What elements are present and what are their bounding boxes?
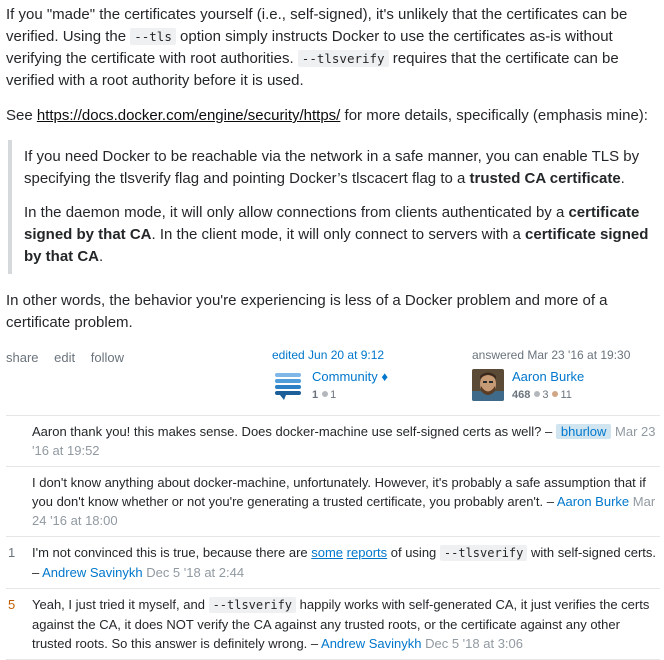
comment-text: I don't know anything about docker-machi… <box>32 475 646 509</box>
editor-signature: edited Jun 20 at 9:12 Community ♦ 11 <box>272 347 388 403</box>
post-footer: share edit follow edited Jun 20 at 9:12 <box>6 347 660 409</box>
comment-body: Yeah, I just tried it myself, and --tlsv… <box>32 595 660 653</box>
comment-user-link[interactable]: bhurlow <box>555 424 612 439</box>
reports-link[interactable]: reports <box>347 545 387 560</box>
comment-user-link[interactable]: Andrew Savinykh <box>321 636 421 651</box>
text: In the daemon mode, it will only allow c… <box>24 204 569 221</box>
comment-text: Yeah, I just tried it myself, and <box>32 597 209 612</box>
author-username[interactable]: Aaron Burke <box>512 369 584 385</box>
comment: 5 Yeah, I just tried it myself, and --tl… <box>6 589 660 660</box>
code-tls: --tls <box>130 28 176 45</box>
blockquote: If you need Docker to be reachable via t… <box>8 140 660 274</box>
text: . <box>99 248 104 265</box>
answered-time-link[interactable]: answered Mar 23 '16 at 19:30 <box>472 347 630 363</box>
rep-score: 468 <box>512 389 531 401</box>
silver-count: 3 <box>542 389 549 401</box>
code-tlsverify: --tlsverify <box>439 545 528 561</box>
text: . <box>620 170 625 187</box>
bronze-badge-icon <box>552 391 559 397</box>
comment-body: Aaron thank you! this makes sense. Does … <box>32 422 660 460</box>
code-tlsverify: --tlsverify <box>208 597 297 613</box>
answer-paragraph-1: If you "made" the certificates yourself … <box>6 4 660 92</box>
edit-link[interactable]: edit <box>54 350 75 365</box>
quote-paragraph-2: In the daemon mode, it will only allow c… <box>24 202 652 268</box>
comment-text: I'm not convinced this is true, because … <box>32 545 312 560</box>
comment-user-link[interactable]: Andrew Savinykh <box>42 565 142 580</box>
author-user: Aaron Burke 468 3 11 <box>472 369 630 403</box>
comment: Aaron thank you! this makes sense. Does … <box>6 416 660 467</box>
moderator-diamond-icon: ♦ <box>381 369 389 384</box>
rep-score: 1 <box>312 389 319 401</box>
username-text: Community <box>312 369 378 384</box>
share-link[interactable]: share <box>6 350 39 365</box>
comments-list: Aaron thank you! this makes sense. Does … <box>6 415 660 660</box>
follow-link[interactable]: follow <box>91 350 124 365</box>
comment-body: I don't know anything about docker-machi… <box>32 473 660 530</box>
silver-badge-icon <box>534 391 541 397</box>
text: for more details, specifically (emphasis… <box>340 107 648 124</box>
comment: I don't know anything about docker-machi… <box>6 467 660 537</box>
some-link[interactable]: some <box>311 545 343 560</box>
comment-score <box>6 473 32 530</box>
user-avatar-icon[interactable] <box>472 369 504 401</box>
editor-username[interactable]: Community ♦ <box>312 369 388 385</box>
silver-count: 1 <box>330 389 337 401</box>
quote-paragraph-1: If you need Docker to be reachable via t… <box>24 146 652 190</box>
editor-reputation: 11 <box>312 387 388 403</box>
silver-badge-icon <box>322 391 329 397</box>
answer-container: If you "made" the certificates yourself … <box>0 0 664 660</box>
comment-user-link[interactable]: Aaron Burke <box>557 494 629 509</box>
comment-text: of using <box>387 545 440 560</box>
author-reputation: 468 3 11 <box>512 387 584 403</box>
comment-score <box>6 422 32 460</box>
text: . In the client mode, it will only conne… <box>151 226 526 243</box>
bold-text: trusted CA certificate <box>469 170 621 187</box>
edited-time-link[interactable]: edited Jun 20 at 9:12 <box>272 347 388 363</box>
answer-paragraph-2: See https://docs.docker.com/engine/secur… <box>6 105 660 127</box>
text: See <box>6 107 37 124</box>
comment-date[interactable]: Dec 5 '18 at 2:44 <box>146 565 244 580</box>
comment-date[interactable]: Dec 5 '18 at 3:06 <box>425 636 523 651</box>
comment-score: 1 <box>8 545 16 560</box>
answer-paragraph-3: In other words, the behavior you're expe… <box>6 292 608 331</box>
comment-text: Aaron thank you! this makes sense. Does … <box>32 424 556 439</box>
comment-score: 5 <box>8 597 16 612</box>
bronze-count: 11 <box>560 389 572 401</box>
docker-docs-link[interactable]: https://docs.docker.com/engine/security/… <box>37 107 341 124</box>
comment: 1 I'm not convinced this is true, becaus… <box>6 537 660 589</box>
post-menu: share edit follow <box>6 347 136 369</box>
community-avatar-icon[interactable] <box>272 369 304 401</box>
author-signature: answered Mar 23 '16 at 19:30 Aaron Burke <box>472 347 630 403</box>
code-tlsverify: --tlsverify <box>297 50 389 67</box>
comment-body: I'm not convinced this is true, because … <box>32 543 660 582</box>
editor-user: Community ♦ 11 <box>272 369 388 403</box>
